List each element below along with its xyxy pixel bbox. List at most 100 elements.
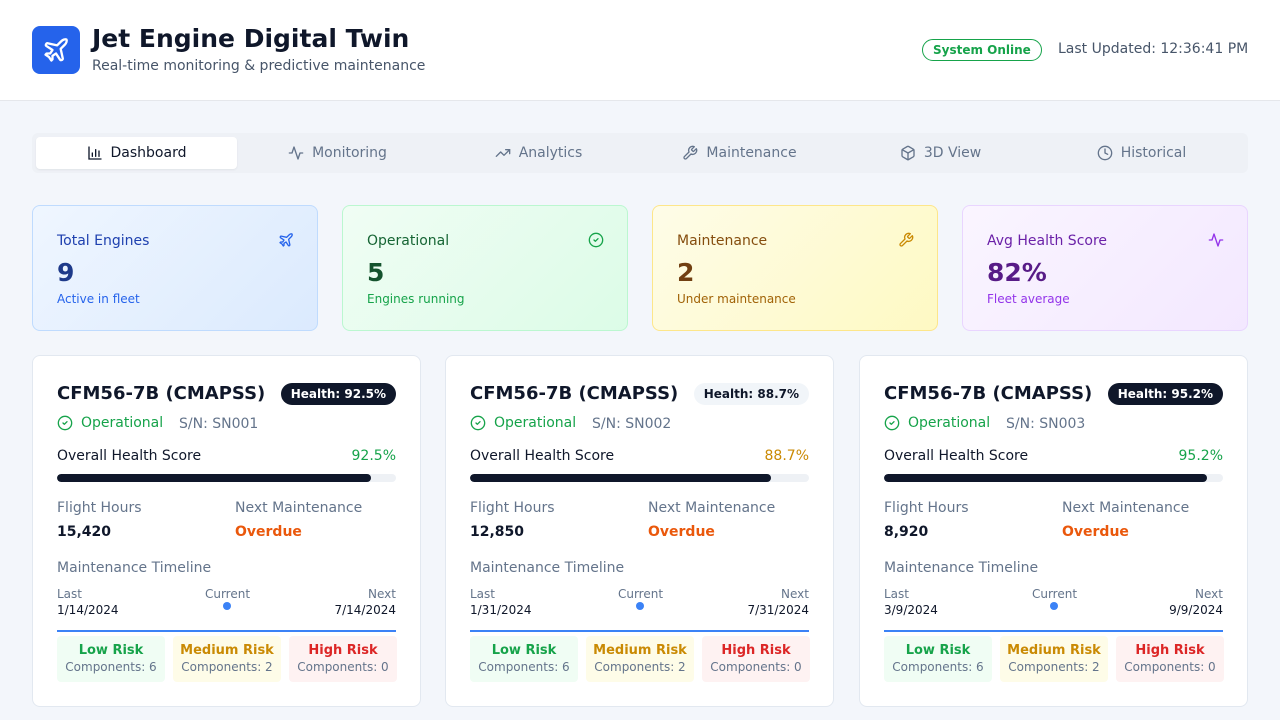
tab-historical[interactable]: Historical [1041,137,1242,169]
risk-components: Components: 2 [1008,660,1100,674]
stat-sub: Under maintenance [677,292,796,306]
app-header: Jet Engine Digital Twin Real-time monito… [0,0,1280,101]
risk-components: Components: 2 [594,660,686,674]
stat-label: Total Engines [57,233,150,249]
operational-status: Operational [57,415,163,431]
overall-health-value: 95.2% [1178,448,1223,464]
tab-label: 3D View [923,145,982,161]
overall-health-value: 88.7% [764,448,809,464]
stat-sub: Active in fleet [57,292,140,306]
serial-number: S/N: SN002 [592,416,672,432]
health-progress-bar [57,474,396,482]
medium-risk-box: Medium Risk Components: 2 [1000,636,1108,682]
status-text: Operational [494,415,577,431]
health-progress-bar [470,474,809,482]
next-maintenance-label: Next Maintenance [648,500,776,516]
stat-card-operational: Operational 5 Engines running [342,205,628,331]
bar-chart-icon [87,146,102,160]
maintenance-timeline-label: Maintenance Timeline [57,560,212,576]
tab-analytics[interactable]: Analytics [438,137,639,169]
stat-card-total-engines: Total Engines 9 Active in fleet [32,205,318,331]
risk-title: High Risk [721,643,791,658]
stat-label: Maintenance [677,233,768,249]
tab-monitoring[interactable]: Monitoring [237,137,438,169]
timeline-last-date: 3/9/2024 [884,603,938,617]
health-progress-fill [470,474,771,482]
engine-name: CFM56-7B (CMAPSS) [470,383,679,404]
health-progress-fill [57,474,371,482]
stat-label: Avg Health Score [987,233,1108,249]
risk-components: Components: 6 [65,660,157,674]
overall-health-label: Overall Health Score [884,448,1029,464]
plane-logo-icon [32,26,80,74]
stat-sub: Engines running [367,292,465,306]
high-risk-box: High Risk Components: 0 [702,636,810,682]
next-maintenance-value: Overdue [235,524,302,540]
engine-card[interactable]: CFM56-7B (CMAPSS) Health: 95.2% Operatio… [859,355,1248,707]
check-circle-icon [57,415,73,431]
plane-icon [279,233,293,247]
operational-status: Operational [884,415,990,431]
next-maintenance-label: Next Maintenance [235,500,363,516]
tab-dashboard[interactable]: Dashboard [36,137,237,169]
engine-card[interactable]: CFM56-7B (CMAPSS) Health: 92.5% Operatio… [32,355,421,707]
tab-maintenance[interactable]: Maintenance [639,137,840,169]
timeline-line [470,630,809,632]
risk-components: Components: 6 [892,660,984,674]
high-risk-box: High Risk Components: 0 [289,636,397,682]
app-title: Jet Engine Digital Twin [92,24,410,53]
health-progress-fill [884,474,1207,482]
tab-label: Maintenance [706,145,797,161]
flight-hours-value: 15,420 [57,524,112,540]
overall-health-label: Overall Health Score [470,448,615,464]
timeline-next-label: Next [1195,587,1223,601]
risk-title: Medium Risk [180,643,274,658]
maintenance-timeline-label: Maintenance Timeline [470,560,625,576]
timeline-last-date: 1/14/2024 [57,603,119,617]
timeline-current-label: Current [204,587,251,601]
stat-card-maintenance: Maintenance 2 Under maintenance [652,205,938,331]
system-status-badge: System Online [922,39,1042,61]
stat-card-avg-health: Avg Health Score 82% Fleet average [962,205,1248,331]
health-progress-bar [884,474,1223,482]
timeline-current-label: Current [617,587,664,601]
flight-hours-value: 12,850 [470,524,525,540]
timeline-current-label: Current [1031,587,1078,601]
risk-title: Low Risk [491,643,557,658]
serial-number: S/N: SN001 [179,416,259,432]
timeline-next-date: 9/9/2024 [1169,603,1223,617]
timeline-next-label: Next [781,587,809,601]
low-risk-box: Low Risk Components: 6 [470,636,578,682]
risk-title: High Risk [308,643,378,658]
timeline-current-dot [636,602,644,610]
stat-label: Operational [367,233,450,249]
risk-components: Components: 0 [1124,660,1216,674]
flight-hours-label: Flight Hours [884,500,969,516]
timeline-line [884,630,1223,632]
next-maintenance-label: Next Maintenance [1062,500,1190,516]
app-subtitle: Real-time monitoring & predictive mainte… [92,58,426,74]
flight-hours-label: Flight Hours [57,500,142,516]
check-circle-icon [588,232,604,248]
engine-name: CFM56-7B (CMAPSS) [57,383,266,404]
tab-3d-view[interactable]: 3D View [840,137,1041,169]
tab-label: Analytics [518,145,583,161]
tab-label: Historical [1120,145,1187,161]
risk-components: Components: 0 [710,660,802,674]
wrench-icon [899,232,914,247]
trending-up-icon [495,149,511,157]
stat-value: 2 [677,258,695,287]
health-badge: Health: 92.5% [280,383,396,405]
check-circle-icon [884,415,900,431]
risk-components: Components: 2 [181,660,273,674]
status-text: Operational [908,415,991,431]
engine-card[interactable]: CFM56-7B (CMAPSS) Health: 88.7% Operatio… [445,355,834,707]
high-risk-box: High Risk Components: 0 [1116,636,1224,682]
health-badge: Health: 88.7% [693,383,809,405]
check-circle-icon [470,415,486,431]
overall-health-label: Overall Health Score [57,448,202,464]
tab-label: Dashboard [110,145,187,161]
health-badge: Health: 95.2% [1107,383,1223,405]
stat-sub: Fleet average [987,292,1070,306]
next-maintenance-value: Overdue [648,524,715,540]
